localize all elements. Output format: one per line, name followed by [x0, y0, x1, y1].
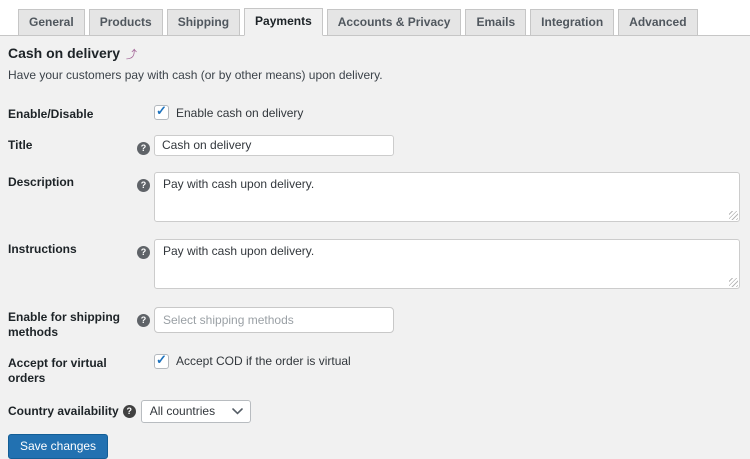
row-enable-disable: Enable/Disable ✓ Enable cash on delivery: [8, 103, 738, 123]
tab-integration[interactable]: Integration: [530, 9, 615, 35]
instructions-help-icon[interactable]: ?: [137, 245, 150, 259]
instructions-label: Instructions: [8, 241, 77, 256]
accept-cod-virtual-checkbox-label[interactable]: Accept COD if the order is virtual: [176, 354, 351, 368]
resize-grip-icon[interactable]: [729, 210, 738, 220]
virtual-orders-label: Accept for virtual orders: [8, 355, 107, 386]
tab-accounts-privacy[interactable]: Accounts & Privacy: [326, 9, 462, 35]
checkmark-icon: ✓: [156, 351, 167, 367]
help-spacer: [137, 104, 154, 107]
settings-tab-bar: General Products Shipping Payments Accounts …: [0, 0, 750, 36]
accept-cod-virtual-checkbox[interactable]: ✓: [154, 351, 169, 369]
title-input[interactable]: [154, 134, 394, 156]
country-availability-help-icon[interactable]: ?: [122, 404, 136, 418]
shipping-methods-help-icon[interactable]: ?: [137, 313, 150, 327]
title-label: Title: [8, 137, 33, 152]
page-title-text: Cash on delivery: [8, 45, 121, 61]
enable-cod-checkbox-label[interactable]: Enable cash on delivery: [176, 106, 303, 120]
description-help-icon[interactable]: ?: [137, 178, 150, 192]
instructions-textarea[interactable]: Pay with cash upon delivery.: [154, 238, 740, 289]
country-availability-select[interactable]: All countries: [140, 399, 251, 423]
enable-cod-checkbox[interactable]: ✓: [154, 103, 169, 120]
row-country-availability: Country availability ? All countries: [8, 399, 738, 423]
settings-content: Cash on delivery ⤴ Have your customers pa…: [0, 36, 750, 459]
shipping-methods-label: Enable for shipping methods: [8, 309, 121, 340]
tab-shipping[interactable]: Shipping: [166, 9, 241, 35]
back-to-payments-icon[interactable]: ⤴: [126, 49, 137, 61]
country-availability-label: Country availability: [8, 403, 119, 418]
description-label: Description: [8, 174, 75, 189]
tab-products[interactable]: Products: [88, 9, 163, 35]
resize-grip-icon[interactable]: [729, 277, 738, 287]
row-title: Title ?: [8, 134, 738, 156]
description-textarea[interactable]: Pay with cash upon delivery.: [154, 171, 740, 222]
row-description: Description ? Pay with cash upon deliver…: [8, 171, 740, 222]
country-availability-selected-value: All countries: [149, 404, 216, 419]
woocommerce-settings-page: General Products Shipping Payments Accounts …: [0, 0, 750, 459]
tab-general[interactable]: General: [18, 9, 85, 35]
tab-payments[interactable]: Payments: [244, 8, 323, 36]
row-instructions: Instructions ? Pay with cash upon delive…: [8, 238, 740, 289]
row-virtual-orders: Accept for virtual orders ✓ Accept COD i…: [8, 351, 738, 387]
help-spacer: [137, 353, 154, 356]
row-shipping-methods: Enable for shipping methods ?: [8, 306, 738, 341]
enable-disable-label: Enable/Disable: [8, 107, 94, 121]
checkmark-icon: ✓: [156, 103, 167, 118]
shipping-methods-input[interactable]: [154, 306, 394, 333]
tab-emails[interactable]: Emails: [465, 9, 527, 35]
chevron-down-icon: [231, 408, 243, 415]
page-title: Cash on delivery ⤴: [8, 45, 738, 62]
save-changes-button[interactable]: Save changes: [8, 433, 109, 459]
tab-advanced[interactable]: Advanced: [618, 9, 698, 35]
gateway-description: Have your customers pay with cash (or by…: [8, 68, 383, 82]
title-help-icon[interactable]: ?: [137, 141, 150, 155]
